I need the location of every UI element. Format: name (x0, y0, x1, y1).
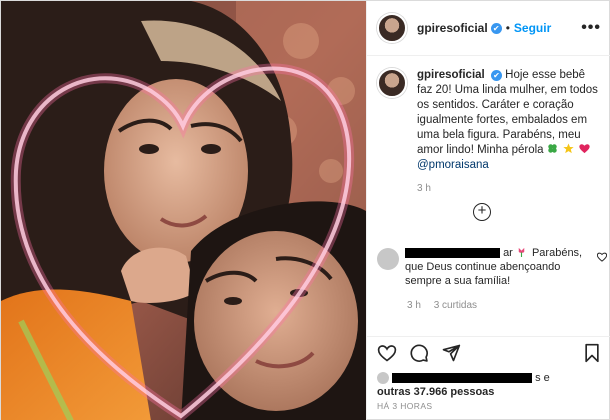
action-bar (367, 336, 610, 366)
caption-row: gpiresoficial ✔ Hoje esse bebê faz 20! U… (377, 68, 601, 173)
comment-time: 3 h (407, 300, 421, 311)
load-more-comments-button[interactable]: + (473, 203, 491, 221)
follow-button[interactable]: Seguir (514, 21, 551, 35)
post-header: gpiresoficial ✔ • Seguir ••• (367, 1, 610, 56)
header-username[interactable]: gpiresoficial (417, 21, 488, 35)
comment-meta: 3 h 3 curtidas (407, 300, 487, 311)
caption-username[interactable]: gpiresoficial (417, 69, 485, 81)
likes-summary: s e outras 37.966 pessoas (377, 371, 607, 399)
more-options-icon[interactable]: ••• (581, 19, 601, 37)
posted-ago: HÁ 3 HORAS (377, 401, 433, 411)
likes-count[interactable]: outras 37.966 pessoas (377, 386, 494, 398)
comment-likes[interactable]: 3 curtidas (434, 300, 477, 311)
comment-item: ar Parabéns, que Deus continue abençoand… (377, 246, 607, 288)
caption-avatar[interactable] (377, 68, 407, 98)
star-emoji-icon (563, 143, 574, 154)
verified-badge-icon: ✔ (490, 22, 502, 34)
save-bookmark-icon[interactable] (582, 343, 602, 363)
like-comment-heart-icon[interactable] (597, 252, 607, 262)
comment-prefix: ar (503, 247, 513, 259)
mention-link[interactable]: @pmoraisana (417, 159, 489, 171)
commenter-avatar[interactable] (377, 248, 399, 270)
verified-badge-icon: ✔ (490, 70, 502, 81)
selfie-image (1, 1, 366, 420)
comment-text-block: ar Parabéns, que Deus continue abençoand… (405, 246, 585, 288)
post-side-panel: gpiresoficial ✔ • Seguir ••• gpiresofici… (366, 1, 610, 420)
instagram-post: gpiresoficial ✔ • Seguir ••• gpiresofici… (0, 0, 610, 420)
likes-suffix: s e (535, 372, 550, 384)
liker-avatar (377, 372, 389, 385)
redacted-username (405, 248, 500, 259)
share-paper-plane-icon[interactable] (441, 343, 461, 363)
comment-bubble-icon[interactable] (409, 343, 429, 363)
post-photo[interactable] (1, 1, 366, 420)
separator-dot: • (505, 21, 510, 35)
redacted-liker-name (392, 373, 533, 384)
caption-time: 3 h (417, 183, 431, 194)
clover-emoji-icon (548, 144, 557, 153)
tulip-emoji-icon (518, 247, 525, 257)
heart-emoji-icon (579, 144, 590, 154)
like-heart-icon[interactable] (377, 343, 397, 363)
profile-avatar[interactable] (377, 13, 407, 43)
caption-text-block: gpiresoficial ✔ Hoje esse bebê faz 20! U… (417, 68, 601, 173)
